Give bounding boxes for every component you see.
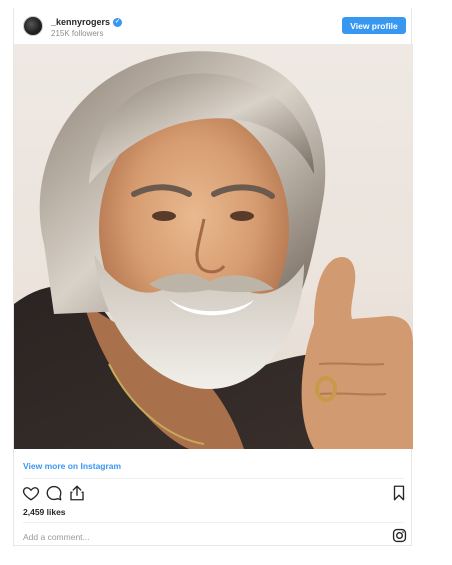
view-profile-button[interactable]: View profile (342, 17, 406, 34)
post-photo[interactable] (14, 44, 413, 449)
divider (23, 522, 404, 523)
username[interactable]: _kennyrogers (51, 17, 110, 27)
post-header: _kennyrogers ✓ 215K followers View profil… (14, 8, 413, 43)
action-bar (14, 484, 413, 504)
instagram-embed-card: _kennyrogers ✓ 215K followers View profil… (13, 8, 413, 546)
bookmark-icon[interactable] (390, 484, 408, 502)
share-icon[interactable] (68, 484, 86, 502)
follower-count: 215K followers (51, 29, 104, 38)
portrait-image (14, 51, 413, 449)
comment-input[interactable] (23, 530, 323, 544)
instagram-icon[interactable] (392, 528, 407, 543)
avatar[interactable] (23, 16, 43, 36)
verified-badge-icon: ✓ (113, 18, 123, 28)
heart-icon[interactable] (22, 484, 40, 502)
view-more-on-instagram-link[interactable]: View more on Instagram (23, 461, 121, 471)
comment-icon[interactable] (45, 484, 63, 502)
like-count[interactable]: 2,459 likes (23, 507, 66, 517)
divider (23, 478, 404, 479)
username-row[interactable]: _kennyrogers ✓ (51, 17, 123, 28)
